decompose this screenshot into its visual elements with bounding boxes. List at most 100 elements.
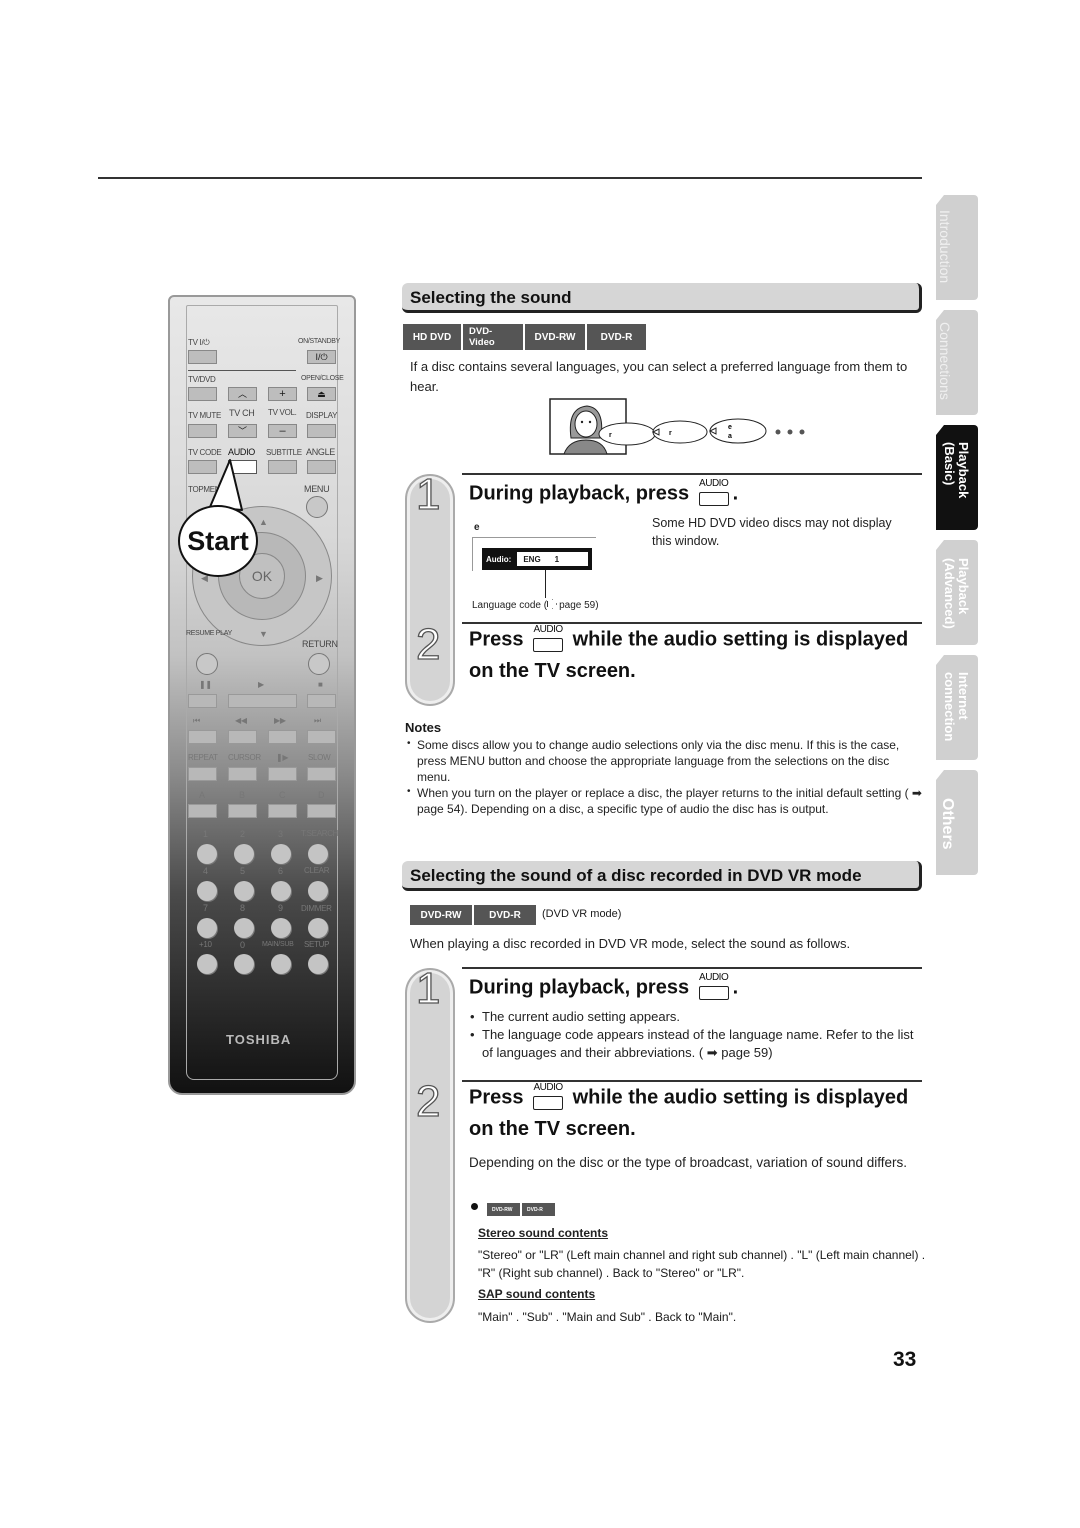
tv-mute-button — [188, 424, 217, 438]
digit-3-button — [271, 844, 291, 864]
sap-sound-heading: SAP sound contents — [478, 1287, 596, 1301]
badge-dvd-rw: DVD-RW — [410, 905, 472, 925]
digit-6-label: 6 — [278, 866, 283, 876]
c-button — [268, 804, 297, 818]
step-number-2: 2 — [415, 619, 441, 669]
audio-osd: Audio: ENG 1 — [482, 548, 592, 570]
frame-advance-icon: ❚▶ — [276, 753, 289, 762]
dvd-vr-mode-note: (DVD VR mode) — [542, 908, 622, 920]
notes-list: Some discs allow you to change audio sel… — [407, 736, 925, 817]
fast-forward-button — [268, 730, 297, 744]
menu-label: MENU — [304, 484, 330, 494]
stereo-sound-heading: Stereo sound contents — [478, 1226, 609, 1240]
svg-text:r: r — [669, 430, 672, 437]
plus-icon: + — [279, 388, 286, 400]
tv-vol-label: TV VOL. — [268, 408, 297, 417]
resume-play-button — [196, 653, 218, 675]
display-label: DISPLAY — [306, 411, 338, 420]
play-button — [228, 694, 297, 708]
setup-label: SETUP — [304, 940, 330, 949]
digit-1-button — [197, 844, 217, 864]
start-callout: Start — [178, 505, 258, 577]
minus-icon: – — [279, 425, 286, 437]
slow-label: SLOW — [308, 753, 331, 762]
notes-title: Notes — [405, 720, 442, 735]
ch-up-button: ︿ — [228, 387, 257, 401]
audio-key-icon: AUDIO — [531, 1082, 565, 1112]
digit-4-label: 4 — [203, 866, 208, 876]
badge-dvd-r: DVD-R — [474, 905, 536, 925]
digit-7-label: 7 — [203, 903, 208, 913]
bullet-item: The current audio setting appears. — [468, 1008, 923, 1026]
cursor-button — [228, 767, 257, 781]
t-search-label: T.SEARCH — [301, 829, 339, 838]
return-button — [308, 653, 330, 675]
section2-intro: When playing a disc recorded in DVD VR m… — [410, 936, 851, 951]
ellipsis-dot — [799, 429, 805, 435]
badge-dvd-rw: DVD-RW — [525, 324, 585, 350]
page-ref-arrow-icon — [547, 599, 558, 609]
cursor-label: CURSOR — [228, 753, 261, 762]
resume-play-label: RESUME PLAY — [186, 630, 232, 637]
screen-label: e — [474, 522, 480, 533]
vr-step2-title-line2: on the TV screen. — [469, 1118, 636, 1140]
dimmer-label: DIMMER — [301, 904, 332, 913]
d-label: D — [318, 790, 325, 800]
vol-down-button: – — [268, 424, 297, 438]
tab-playback-basic-label: Playback (Basic) — [942, 442, 971, 499]
digit-5-button — [234, 881, 254, 901]
osd-lang: ENG — [523, 554, 541, 564]
return-label: RETURN — [302, 639, 338, 649]
osd-num: 1 — [554, 554, 560, 564]
tv-power-button — [188, 350, 217, 364]
stop-button — [307, 694, 336, 708]
audio-key-icon: AUDIO — [697, 972, 731, 1002]
eject-button: ⏏ — [307, 387, 336, 401]
b-label: B — [239, 790, 245, 800]
chevron-up-icon: ︿ — [237, 389, 247, 399]
digit-5-label: 5 — [240, 866, 245, 876]
play-icon: ▶ — [258, 680, 264, 689]
digit-0-button — [234, 954, 254, 974]
tab-others-label: Others — [939, 798, 956, 850]
setup-button — [308, 954, 328, 974]
badge-dvd-r: DVD-R — [587, 324, 646, 350]
vr-step2-title: Press AUDIO while the audio setting is d… — [469, 1082, 908, 1112]
digit-7-button — [197, 918, 217, 938]
open-close-label: OPEN/CLOSE — [301, 375, 344, 382]
ellipsis-dot — [787, 429, 793, 435]
bullet-dot-icon — [471, 1203, 478, 1210]
dimmer-button — [308, 918, 328, 938]
right-arrow-icon: ▶ — [316, 573, 323, 583]
tab-internet-connection-label: Internet connection — [942, 672, 971, 742]
a-label: A — [199, 790, 205, 800]
tab-introduction-label: Introduction — [937, 210, 953, 284]
d-button — [307, 804, 336, 818]
angle-label: ANGLE — [306, 447, 336, 457]
step-number-1: 1 — [415, 469, 441, 519]
disc-badges-vr: DVD-RW DVD-R — [410, 905, 536, 925]
section-title-dvd-vr: Selecting the sound of a disc recorded i… — [402, 861, 922, 891]
badge-dvd-video: DVD-Video — [463, 324, 523, 350]
stop-icon: ■ — [318, 680, 323, 689]
on-standby-label: ON/STANDBY — [298, 338, 340, 345]
step1-title: During playback, press AUDIO. — [469, 478, 738, 508]
svg-text:e: e — [728, 424, 732, 431]
hd-dvd-side-note: Some HD DVD video discs may not display … — [652, 516, 892, 548]
digit-6-button — [271, 881, 291, 901]
main-sub-label: MAIN/SUB — [262, 941, 294, 948]
step2-title-line2: on the TV screen. — [469, 660, 636, 682]
clear-button — [308, 881, 328, 901]
mini-disc-badges: DVD-RW DVD-R — [487, 1203, 555, 1216]
digit-8-button — [234, 918, 254, 938]
ch-down-button: ﹀ — [228, 424, 257, 438]
up-arrow-icon: ▲ — [259, 517, 268, 527]
digit-1-label: 1 — [203, 829, 208, 839]
b-button — [228, 804, 257, 818]
digit-2-button — [234, 844, 254, 864]
skip-forward-icon: ⏭ — [314, 716, 321, 725]
audio-key-icon: AUDIO — [531, 624, 565, 654]
tab-connections-label: Connections — [937, 322, 953, 400]
ellipsis-dot — [775, 429, 781, 435]
step-number-1: 1 — [415, 963, 441, 1013]
